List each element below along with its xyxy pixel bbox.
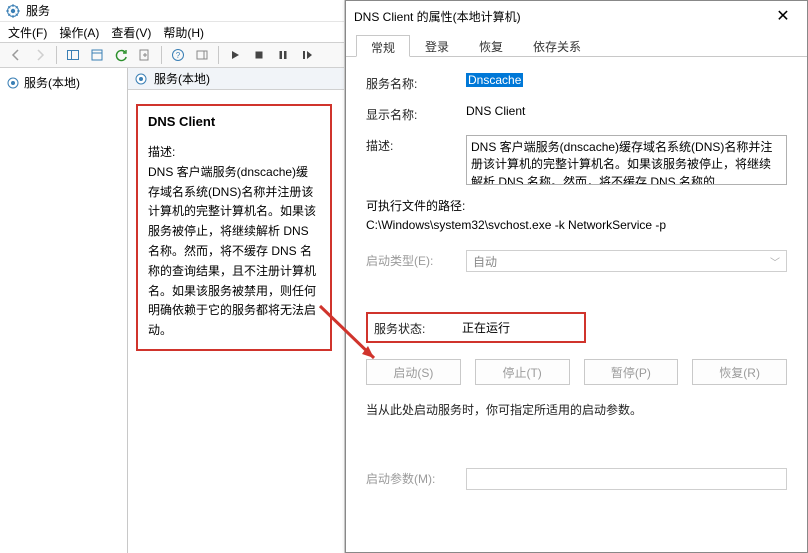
stop-service-icon[interactable] xyxy=(249,45,269,65)
tab-recovery[interactable]: 恢复 xyxy=(464,34,518,56)
service-properties-dialog: DNS Client 的属性(本地计算机) ✕ 常规 登录 恢复 依存关系 服务… xyxy=(345,0,808,553)
pause-button[interactable]: 暂停(P) xyxy=(584,359,679,385)
start-params-note: 当从此处启动服务时，你可指定所适用的启动参数。 xyxy=(366,401,787,418)
column-header[interactable]: 服务(本地) xyxy=(128,68,344,90)
chevron-down-icon: ﹀ xyxy=(770,254,780,269)
menu-action[interactable]: 操作(A) xyxy=(59,24,99,41)
dialog-title: DNS Client 的属性(本地计算机) xyxy=(354,8,521,25)
mmc-window-title: 服务 xyxy=(26,2,50,19)
properties-icon[interactable] xyxy=(87,45,107,65)
column-header-text: 服务(本地) xyxy=(154,70,210,87)
value-exe-path: C:\Windows\system32\svchost.exe -k Netwo… xyxy=(366,218,787,232)
value-service-name[interactable]: Dnscache xyxy=(466,73,523,87)
label-description: 描述: xyxy=(366,135,466,154)
label-service-status: 服务状态: xyxy=(374,318,462,337)
tab-dependencies[interactable]: 依存关系 xyxy=(518,34,596,56)
forward-icon[interactable] xyxy=(30,45,50,65)
tab-general[interactable]: 常规 xyxy=(356,35,410,57)
startup-type-select[interactable]: 自动 ﹀ xyxy=(466,250,787,272)
services-icon xyxy=(6,4,20,18)
mmc-menubar[interactable]: 文件(F) 操作(A) 查看(V) 帮助(H) xyxy=(0,22,344,42)
value-service-status: 正在运行 xyxy=(462,319,510,336)
help-icon[interactable]: ? xyxy=(168,45,188,65)
dialog-tabs: 常规 登录 恢复 依存关系 xyxy=(346,31,807,57)
close-icon[interactable]: ✕ xyxy=(767,3,799,29)
value-description[interactable] xyxy=(466,135,787,185)
detail-desc-label: 描述: xyxy=(148,143,320,163)
export-icon[interactable] xyxy=(135,45,155,65)
start-service-icon[interactable] xyxy=(225,45,245,65)
services-icon xyxy=(134,72,148,86)
back-icon[interactable] xyxy=(6,45,26,65)
menu-help[interactable]: 帮助(H) xyxy=(163,24,204,41)
mmc-titlebar: 服务 xyxy=(0,0,344,22)
label-start-params: 启动参数(M): xyxy=(366,468,466,487)
restart-service-icon[interactable] xyxy=(297,45,317,65)
label-startup-type: 启动类型(E): xyxy=(366,250,466,269)
value-display-name: DNS Client xyxy=(466,104,787,118)
menu-file[interactable]: 文件(F) xyxy=(8,24,47,41)
detail-desc-text: DNS 客户端服务(dnscache)缓存域名系统(DNS)名称并注册该计算机的… xyxy=(148,163,320,341)
label-display-name: 显示名称: xyxy=(366,104,466,123)
stop-button[interactable]: 停止(T) xyxy=(475,359,570,385)
dialog-body: 服务名称: Dnscache 显示名称: DNS Client 描述: 可执行文… xyxy=(346,57,807,512)
refresh-icon[interactable] xyxy=(111,45,131,65)
detail-pane: DNS Client 描述: DNS 客户端服务(dnscache)缓存域名系统… xyxy=(128,90,344,553)
pause-service-icon[interactable] xyxy=(273,45,293,65)
services-mmc-window: 服务 文件(F) 操作(A) 查看(V) 帮助(H) ? xyxy=(0,0,345,553)
mmc-toolbar: ? xyxy=(0,42,344,68)
services-icon xyxy=(6,76,20,90)
svg-text:?: ? xyxy=(176,51,181,60)
mmc-tree-pane[interactable]: 服务(本地) xyxy=(0,68,128,553)
label-exe-path: 可执行文件的路径: xyxy=(366,197,787,214)
start-params-input[interactable] xyxy=(466,468,787,490)
detail-service-name: DNS Client xyxy=(148,114,320,129)
resume-button[interactable]: 恢复(R) xyxy=(692,359,787,385)
startup-type-value: 自动 xyxy=(473,253,497,270)
status-highlight-box: 服务状态: 正在运行 xyxy=(366,312,586,343)
start-button[interactable]: 启动(S) xyxy=(366,359,461,385)
menu-view[interactable]: 查看(V) xyxy=(111,24,151,41)
tree-node-label: 服务(本地) xyxy=(24,74,80,91)
label-service-name: 服务名称: xyxy=(366,73,466,92)
detail-highlight-box: DNS Client 描述: DNS 客户端服务(dnscache)缓存域名系统… xyxy=(136,104,332,351)
panes-icon[interactable] xyxy=(63,45,83,65)
tab-logon[interactable]: 登录 xyxy=(410,34,464,56)
show-hide-icon[interactable] xyxy=(192,45,212,65)
tree-node-services-local[interactable]: 服务(本地) xyxy=(4,72,123,93)
dialog-titlebar[interactable]: DNS Client 的属性(本地计算机) ✕ xyxy=(346,1,807,31)
